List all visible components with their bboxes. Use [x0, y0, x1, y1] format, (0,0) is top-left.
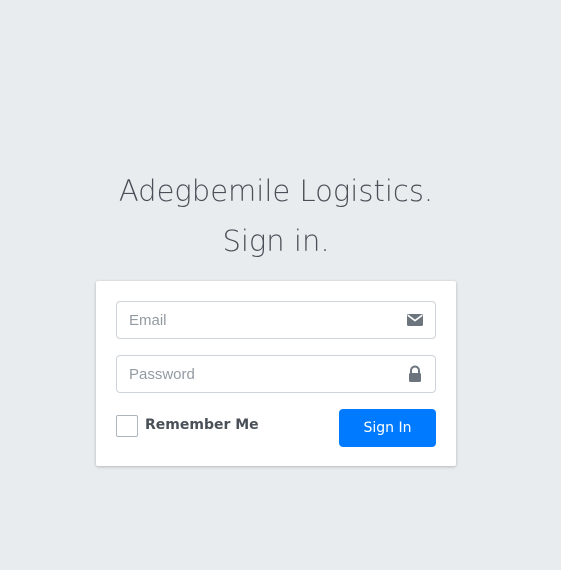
password-input[interactable] — [117, 356, 399, 392]
login-card: Remember Me Sign In — [96, 281, 456, 466]
app-title: Adegbemile Logistics. — [118, 174, 434, 208]
remember-me-checkbox[interactable] — [116, 415, 138, 437]
email-input[interactable] — [117, 302, 399, 338]
envelope-icon — [405, 311, 425, 329]
email-field[interactable] — [116, 301, 436, 339]
lock-icon — [405, 365, 425, 383]
sign-in-button[interactable]: Sign In — [339, 409, 436, 447]
remember-me-label[interactable]: Remember Me — [145, 417, 259, 433]
page-heading: Sign in. — [222, 224, 330, 258]
password-field[interactable] — [116, 355, 436, 393]
